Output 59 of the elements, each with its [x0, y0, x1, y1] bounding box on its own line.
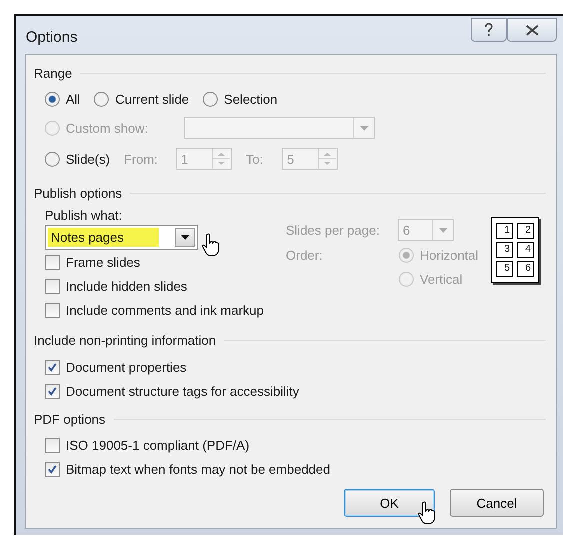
radio-label: Custom show: — [66, 120, 150, 136]
checkbox[interactable] — [45, 278, 60, 294]
checkbox-label: Document properties — [66, 360, 187, 374]
checkbox[interactable] — [45, 360, 60, 374]
checkbox-label: Include hidden slides — [66, 278, 188, 294]
radio-button[interactable] — [45, 92, 60, 106]
checkbox-label: ISO 19005-1 compliant (PDF/A) — [66, 438, 250, 452]
radio-button[interactable] — [399, 272, 414, 286]
checkbox[interactable] — [45, 438, 60, 452]
hand-cursor-icon — [202, 233, 220, 257]
publish-what-dropdown[interactable]: Notes pages — [45, 225, 198, 250]
slide-number: 6 — [517, 261, 534, 277]
ok-button[interactable]: OK — [344, 489, 435, 517]
field-label: Publish what: — [45, 208, 122, 222]
close-icon — [526, 24, 538, 36]
section-heading: Publish options — [34, 186, 122, 200]
hand-cursor-icon — [418, 501, 436, 525]
radio-label: Vertical — [420, 272, 463, 286]
section-heading: Include non-printing information — [34, 332, 216, 348]
section-heading: Range — [34, 66, 72, 80]
checkbox[interactable] — [45, 462, 60, 476]
checkbox-label: Include comments and ink markup — [66, 302, 264, 318]
checkbox-label: Document structure tags for accessibility — [66, 384, 300, 398]
slide-number: 4 — [517, 242, 534, 258]
checkbox[interactable] — [45, 254, 60, 270]
field-label: Order: — [286, 248, 324, 262]
cancel-button[interactable]: Cancel — [450, 489, 544, 517]
caret-icon — [438, 228, 448, 232]
slide-number: 2 — [517, 223, 534, 239]
from-label: From: — [124, 152, 160, 166]
checkmark-icon — [48, 362, 57, 372]
section-heading: PDF options — [34, 412, 106, 426]
slide-number: 5 — [496, 261, 513, 277]
caret-icon — [180, 235, 190, 240]
checkbox[interactable] — [45, 302, 60, 318]
radio-label: All — [66, 92, 80, 106]
help-icon — [484, 23, 494, 37]
caret-icon — [360, 126, 368, 130]
radio-label: Horizontal — [420, 248, 479, 262]
checkmark-icon — [48, 464, 57, 474]
checkbox-label: Frame slides — [66, 254, 140, 270]
radio-button[interactable] — [399, 248, 414, 262]
spinner-icon — [212, 149, 232, 169]
checkbox-label: Bitmap text when fonts may not be embedded — [66, 462, 330, 476]
radio-label: Slide(s) — [66, 152, 110, 166]
radio-label: Current slide — [115, 92, 190, 106]
radio-label: Selection — [224, 92, 278, 106]
help-button[interactable] — [471, 18, 507, 42]
checkbox[interactable] — [45, 384, 60, 398]
close-button[interactable] — [507, 18, 557, 42]
slide-number: 1 — [496, 223, 513, 239]
window-title: Options — [26, 28, 78, 46]
checkmark-icon — [48, 386, 57, 396]
field-label: Slides per page: — [286, 222, 381, 238]
to-label: To: — [246, 152, 264, 166]
radio-button[interactable] — [94, 92, 110, 106]
radio-button[interactable] — [203, 92, 218, 106]
spinner-icon — [318, 149, 338, 169]
slide-number: 3 — [496, 242, 513, 258]
